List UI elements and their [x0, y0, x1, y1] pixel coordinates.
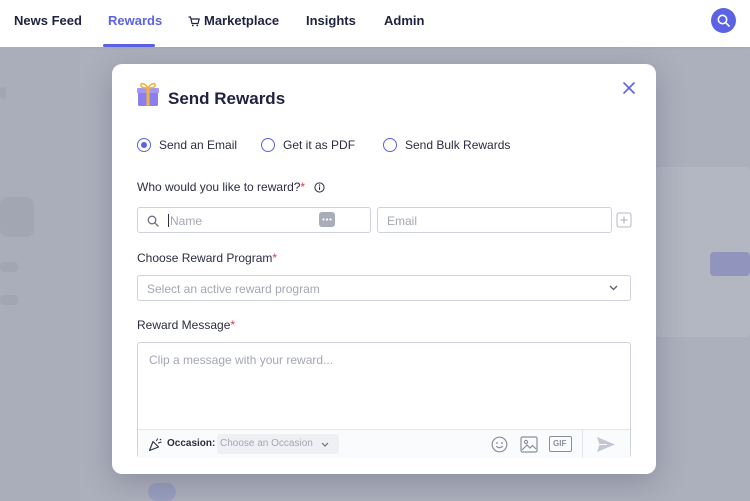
party-popper-icon: [148, 438, 162, 452]
radio-checked-icon: [137, 138, 151, 152]
email-placeholder: Email: [387, 214, 418, 228]
radio-send-email-label: Send an Email: [159, 138, 238, 152]
message-toolbar: Occasion: Choose an Occasion GIF: [138, 429, 630, 458]
emoji-icon[interactable]: [491, 436, 508, 453]
search-icon: [717, 14, 730, 27]
name-placeholder: Name: [170, 214, 203, 228]
required-marker: *: [272, 251, 278, 265]
chevron-down-icon: [321, 442, 329, 447]
program-placeholder: Select an active reward program: [147, 282, 320, 296]
dialog-title: Send Rewards: [168, 89, 286, 108]
toolbar-divider: [582, 430, 583, 458]
nav-admin[interactable]: Admin: [384, 0, 424, 47]
radio-get-pdf-label: Get it as PDF: [283, 138, 356, 152]
message-label: Reward Message*: [137, 318, 236, 332]
reward-message-editor: Clip a message with your reward... Occas…: [137, 342, 631, 458]
recipient-label: Who would you like to reward?*: [137, 180, 326, 194]
occasion-label: Occasion:: [167, 438, 216, 449]
close-icon[interactable]: [620, 79, 638, 97]
gift-icon: [137, 82, 159, 106]
search-button[interactable]: [711, 8, 736, 33]
image-icon[interactable]: [520, 436, 538, 453]
radio-bulk-rewards[interactable]: Send Bulk Rewards: [383, 137, 510, 153]
required-marker: *: [300, 180, 306, 194]
occasion-select[interactable]: Choose an Occasion: [217, 434, 339, 454]
top-navigation: News Feed Rewards Marketplace Insights A…: [0, 0, 750, 47]
add-recipient-icon[interactable]: [616, 212, 632, 228]
program-label: Choose Reward Program*: [137, 251, 278, 265]
reward-program-select[interactable]: Select an active reward program: [137, 275, 631, 301]
radio-get-pdf[interactable]: Get it as PDF: [261, 137, 355, 153]
send-rewards-dialog: Send Rewards Send an Email Get it as PDF…: [112, 64, 656, 474]
radio-unchecked-icon: [261, 138, 275, 152]
cart-icon: [188, 16, 200, 27]
name-search-input[interactable]: Name: [137, 207, 371, 233]
nav-rewards[interactable]: Rewards: [108, 0, 162, 47]
radio-send-email[interactable]: Send an Email: [137, 137, 237, 153]
nav-news-feed[interactable]: News Feed: [14, 0, 82, 47]
radio-bulk-rewards-label: Send Bulk Rewards: [405, 138, 511, 152]
send-icon[interactable]: [596, 436, 616, 453]
message-placeholder: Clip a message with your reward...: [149, 353, 334, 367]
gif-label: GIF: [553, 439, 567, 448]
info-icon[interactable]: [314, 182, 326, 193]
email-input[interactable]: Email: [377, 207, 612, 233]
chevron-down-icon: [609, 285, 618, 291]
occasion-placeholder: Choose an Occasion: [220, 438, 313, 449]
more-options-icon[interactable]: [319, 212, 335, 227]
gif-button[interactable]: GIF: [549, 436, 572, 452]
search-icon: [147, 215, 159, 227]
nav-marketplace[interactable]: Marketplace: [188, 0, 279, 47]
required-marker: *: [230, 318, 236, 332]
nav-marketplace-label: Marketplace: [204, 13, 280, 28]
message-textarea[interactable]: Clip a message with your reward...: [138, 343, 630, 429]
radio-unchecked-icon: [383, 138, 397, 152]
text-cursor: [168, 214, 169, 227]
nav-insights[interactable]: Insights: [306, 0, 356, 47]
